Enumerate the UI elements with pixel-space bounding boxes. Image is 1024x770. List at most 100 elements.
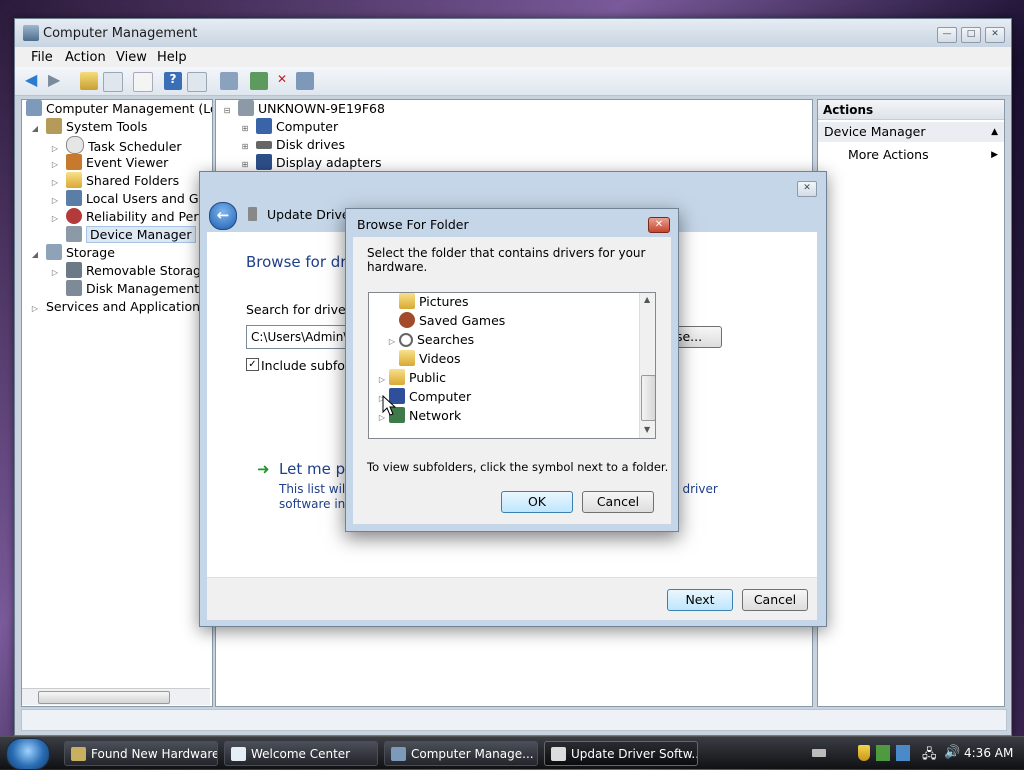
menu-file[interactable]: File xyxy=(31,50,53,65)
menu-help[interactable]: Help xyxy=(157,50,187,65)
show-hide-tree-icon[interactable] xyxy=(103,72,123,92)
tree-item-task-scheduler[interactable]: ▷ Task Scheduler xyxy=(50,136,182,154)
dialog-close-button[interactable]: ✕ xyxy=(648,217,670,233)
scan-hardware-icon[interactable] xyxy=(220,72,238,90)
computer-icon xyxy=(238,100,254,116)
help-icon[interactable]: ? xyxy=(164,72,182,90)
tree-item-local-users[interactable]: ▷ Local Users and Group xyxy=(50,190,212,208)
tree-item-system-tools[interactable]: ◢ System Tools xyxy=(30,118,147,136)
close-button[interactable]: ✕ xyxy=(985,27,1005,43)
welcome-center-icon xyxy=(231,747,246,761)
folder-item-pictures[interactable]: Pictures xyxy=(399,293,469,311)
ok-button[interactable]: OK xyxy=(501,491,573,513)
driver-icon xyxy=(551,747,566,761)
tree-item-storage[interactable]: ◢ Storage xyxy=(30,244,115,262)
device-root[interactable]: ⊟ UNKNOWN-9E19F68 xyxy=(222,100,385,118)
expand-icon[interactable]: ▷ xyxy=(377,371,387,389)
tree-item-shared-folders[interactable]: ▷ Shared Folders xyxy=(50,172,179,190)
forward-arrow-icon[interactable]: ▶ xyxy=(48,72,66,90)
uninstall-icon[interactable]: ✕ xyxy=(273,72,291,90)
expand-icon[interactable]: ▷ xyxy=(50,210,60,228)
include-subfolders-checkbox[interactable]: ✓ xyxy=(246,358,259,371)
task-found-new-hardware[interactable]: Found New Hardware xyxy=(64,741,218,766)
tree-item-computer-management[interactable]: Computer Management (Local xyxy=(26,100,212,118)
submenu-arrow-icon: ▶ xyxy=(991,150,998,160)
collapse-section-icon[interactable]: ▲ xyxy=(991,122,998,142)
tree-item-device-manager[interactable]: Device Manager xyxy=(66,226,196,244)
device-item-computer[interactable]: ⊞ Computer xyxy=(240,118,338,136)
update-driver-icon[interactable] xyxy=(250,72,268,90)
expand-icon[interactable]: ▷ xyxy=(30,300,40,318)
device-item-display-adapters[interactable]: ⊞ Display adapters xyxy=(240,154,381,172)
dialog-cancel-button[interactable]: Cancel xyxy=(582,491,654,513)
computer-management-icon xyxy=(23,25,39,41)
wizard-cancel-button[interactable]: Cancel xyxy=(742,589,808,611)
expand-icon[interactable]: ▷ xyxy=(50,264,60,282)
computer-management-icon xyxy=(391,747,406,761)
security-shield-icon[interactable] xyxy=(858,745,870,761)
device-icon[interactable] xyxy=(896,745,910,761)
games-icon xyxy=(399,312,415,328)
actions-section-device-manager[interactable]: Device Manager ▲ xyxy=(818,122,1004,142)
maximize-button[interactable]: □ xyxy=(961,27,981,43)
device-item-disk-drives[interactable]: ⊞ Disk drives xyxy=(240,136,345,154)
scrollbar-thumb[interactable] xyxy=(38,691,170,704)
expand-icon[interactable]: ▷ xyxy=(387,333,397,351)
back-arrow-icon[interactable]: ← xyxy=(209,202,237,230)
taskbar: Found New Hardware Welcome Center Comput… xyxy=(0,736,1024,770)
title-bar[interactable]: Computer Management — □ ✕ xyxy=(15,19,1011,47)
minimize-button[interactable]: — xyxy=(937,27,957,43)
folder-item-searches[interactable]: ▷ Searches xyxy=(387,331,474,349)
tree-item-event-viewer[interactable]: ▷ Event Viewer xyxy=(50,154,168,172)
horizontal-scrollbar[interactable] xyxy=(22,688,210,705)
back-arrow-icon[interactable]: ◀ xyxy=(25,72,43,90)
folder-tree: Pictures Saved Games ▷ Searches Videos ▷ P… xyxy=(368,292,656,439)
menu-action[interactable]: Action xyxy=(65,50,106,65)
status-bar xyxy=(21,709,1007,731)
clock-icon xyxy=(66,136,84,154)
collapse-icon[interactable]: ⊟ xyxy=(222,102,232,120)
task-update-driver[interactable]: Update Driver Softw... xyxy=(544,741,698,766)
folder-item-videos[interactable]: Videos xyxy=(399,350,461,368)
collapse-icon[interactable]: ◢ xyxy=(30,120,40,138)
clock[interactable]: 4:36 AM xyxy=(964,746,1013,760)
keyboard-icon[interactable] xyxy=(812,749,826,757)
menu-view[interactable]: View xyxy=(116,50,147,65)
tree-item-disk-management[interactable]: Disk Management xyxy=(66,280,199,298)
tree-item-services-applications[interactable]: ▷ Services and Applications xyxy=(30,298,207,316)
task-welcome-center[interactable]: Welcome Center xyxy=(224,741,378,766)
task-computer-management[interactable]: Computer Manage... xyxy=(384,741,538,766)
disk-icon xyxy=(66,280,82,296)
more-actions-item[interactable]: More Actions ▶ xyxy=(848,146,998,164)
disk-drive-icon xyxy=(256,141,272,149)
display-adapter-icon xyxy=(256,154,272,170)
folder-item-saved-games[interactable]: Saved Games xyxy=(399,312,505,330)
dialog-hint: To view subfolders, click the symbol nex… xyxy=(367,460,669,474)
event-viewer-icon xyxy=(66,154,82,170)
scroll-down-icon[interactable]: ▼ xyxy=(644,425,650,434)
users-icon xyxy=(66,190,82,206)
vertical-scrollbar[interactable]: ▲ ▼ xyxy=(639,293,655,438)
scroll-up-icon[interactable]: ▲ xyxy=(644,295,650,304)
properties-icon[interactable] xyxy=(133,72,153,92)
wizard-close-button[interactable]: ✕ xyxy=(797,181,817,197)
disable-device-icon[interactable] xyxy=(296,72,314,90)
view-icon[interactable] xyxy=(187,72,207,92)
folder-item-public[interactable]: ▷ Public xyxy=(377,369,446,387)
up-folder-icon[interactable] xyxy=(80,72,98,90)
tree-item-reliability[interactable]: ▷Reliability and Perform xyxy=(50,208,212,228)
scrollbar-thumb[interactable] xyxy=(641,375,655,421)
folder-icon xyxy=(389,369,405,385)
collapse-icon[interactable]: ◢ xyxy=(30,246,40,264)
network-icon[interactable] xyxy=(876,745,890,761)
dialog-instruction: Select the folder that contains drivers … xyxy=(367,246,646,274)
console-tree-pane: Computer Management (Local ◢System Tools… xyxy=(21,99,213,707)
start-button[interactable] xyxy=(6,738,50,770)
network-status-icon[interactable]: 🖧 xyxy=(922,745,937,767)
tools-icon xyxy=(46,118,62,134)
tree-item-removable-storage[interactable]: ▷ Removable Storage xyxy=(50,262,209,280)
dialog-title: Browse For Folder xyxy=(357,217,469,232)
driver-path-input[interactable]: C:\Users\Admin\D xyxy=(246,325,358,349)
next-button[interactable]: Next xyxy=(667,589,733,611)
volume-icon[interactable]: 🔊 xyxy=(944,745,960,760)
